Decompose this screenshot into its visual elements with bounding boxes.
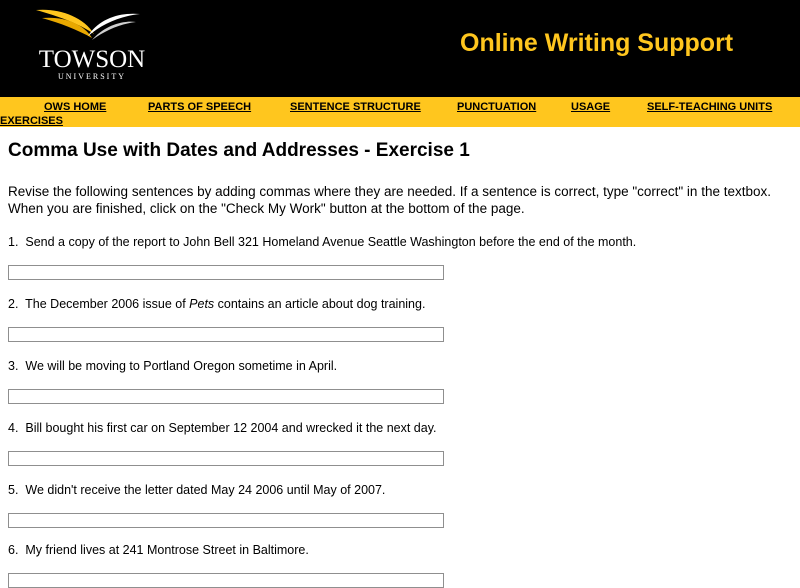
answer-field-2[interactable] (8, 327, 444, 342)
answer-field-1[interactable] (8, 265, 444, 280)
nav-link-exercises[interactable]: EXERCISES (0, 115, 63, 127)
site-title: Online Writing Support (460, 29, 734, 57)
answer-field-5[interactable] (8, 513, 444, 528)
question-number: 5. (8, 483, 19, 497)
question-text: My friend lives at 241 Montrose Street i… (25, 543, 309, 557)
site-header: TOWSON UNIVERSITY Online Writing Support (0, 0, 800, 97)
answer-field-4[interactable] (8, 451, 444, 466)
answer-field-6[interactable] (8, 573, 444, 588)
question-3: 3. We will be moving to Portland Oregon … (8, 359, 337, 373)
question-text: We will be moving to Portland Oregon som… (25, 359, 338, 373)
nav-link-ows-home[interactable]: OWS HOME (44, 101, 106, 113)
question-6: 6. My friend lives at 241 Montrose Stree… (8, 543, 309, 557)
towson-logo[interactable]: TOWSON UNIVERSITY (22, 6, 152, 86)
question-number: 1. (8, 235, 19, 249)
question-number: 3. (8, 359, 19, 373)
page-title: Comma Use with Dates and Addresses - Exe… (8, 140, 470, 161)
question-2: 2. The December 2006 issue of Pets conta… (8, 297, 425, 311)
question-number: 4. (8, 421, 19, 435)
question-text: Send a copy of the report to John Bell 3… (25, 235, 637, 249)
question-text: contains an article about dog training. (214, 297, 426, 311)
question-number: 6. (8, 543, 19, 557)
nav-link-usage[interactable]: USAGE (571, 101, 610, 113)
answer-field-3[interactable] (8, 389, 444, 404)
question-1: 1. Send a copy of the report to John Bel… (8, 235, 636, 249)
flame-icon (36, 9, 140, 40)
question-number: 2. (8, 297, 19, 311)
question-text: We didn't receive the letter dated May 2… (25, 483, 386, 497)
question-5: 5. We didn't receive the letter dated Ma… (8, 483, 385, 497)
nav-link-parts-of-speech[interactable]: PARTS OF SPEECH (148, 101, 251, 113)
nav-link-self-teaching-units[interactable]: SELF-TEACHING UNITS (647, 101, 772, 113)
instructions-text: Revise the following sentences by adding… (8, 184, 771, 216)
logo-subtitle: UNIVERSITY (58, 72, 126, 81)
question-text: The December 2006 issue of (25, 297, 190, 311)
question-text: Bill bought his first car on September 1… (25, 421, 437, 435)
logo-wordmark: TOWSON (38, 46, 146, 73)
nav-link-punctuation[interactable]: PUNCTUATION (457, 101, 536, 113)
question-4: 4. Bill bought his first car on Septembe… (8, 421, 437, 435)
magazine-title: Pets (189, 297, 215, 311)
nav-link-sentence-structure[interactable]: SENTENCE STRUCTURE (290, 101, 421, 113)
main-nav: OWS HOME PARTS OF SPEECH SENTENCE STRUCT… (0, 97, 800, 127)
